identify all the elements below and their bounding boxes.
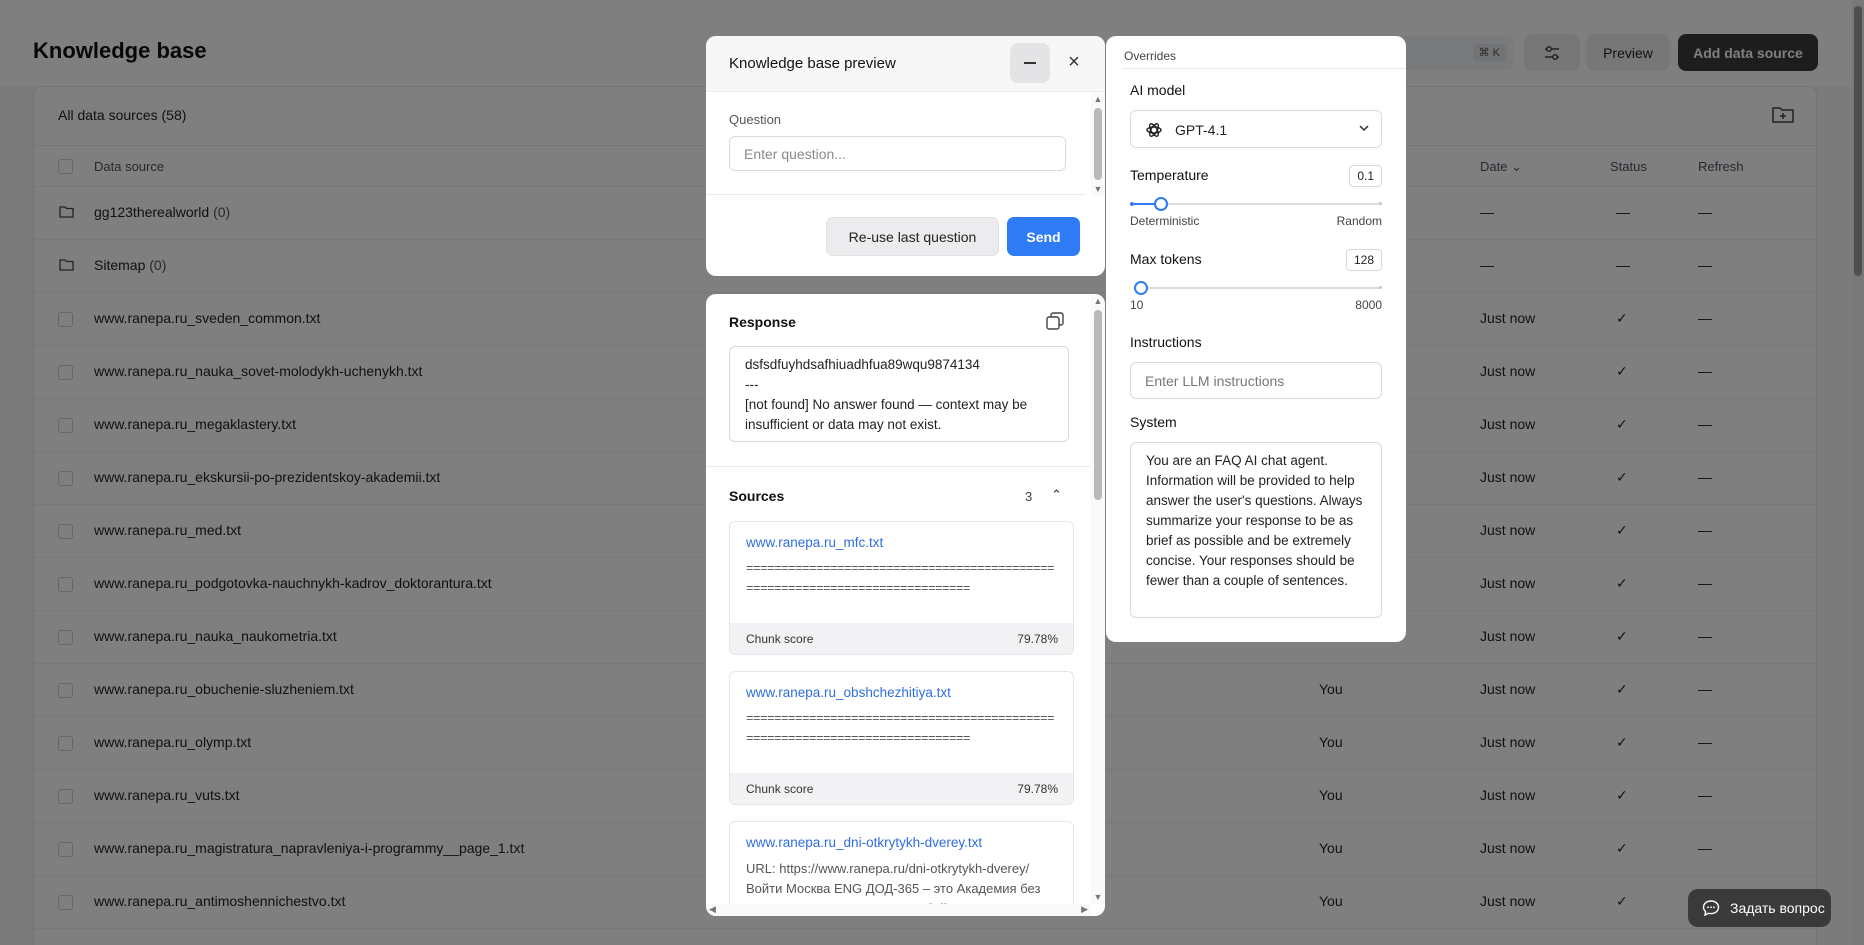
source-card: www.ranepa.ru_dni-otkrytykh-dverey.txt U… bbox=[729, 821, 1074, 916]
chat-label: Задать вопрос bbox=[1730, 900, 1825, 916]
chunk-score-value: 79.78% bbox=[1017, 782, 1058, 796]
question-input[interactable] bbox=[729, 136, 1066, 171]
slider-track bbox=[1134, 203, 1380, 205]
max-tokens-max-label: 8000 bbox=[1355, 298, 1382, 312]
response-panel: Response dsfsdfuyhdsafhiuadhfua89wqu9874… bbox=[706, 294, 1105, 916]
max-tokens-slider[interactable] bbox=[1130, 280, 1382, 296]
source-link[interactable]: www.ranepa.ru_mfc.txt bbox=[746, 535, 883, 550]
response-scrollbar[interactable]: ▲ ▼ bbox=[1091, 294, 1105, 904]
copy-icon[interactable] bbox=[1046, 312, 1064, 330]
temperature-label: Temperature bbox=[1130, 167, 1209, 183]
minimize-button[interactable] bbox=[1010, 43, 1050, 83]
slider-track bbox=[1134, 287, 1380, 289]
response-text[interactable]: dsfsdfuyhdsafhiuadhfua89wqu9874134 --- [… bbox=[729, 346, 1069, 442]
temperature-value[interactable]: 0.1 bbox=[1349, 165, 1382, 187]
max-tokens-min-label: 10 bbox=[1130, 298, 1144, 312]
temperature-max-label: Random bbox=[1336, 214, 1382, 228]
instructions-input[interactable] bbox=[1130, 362, 1382, 399]
slider-max-dot bbox=[1379, 202, 1382, 205]
preview-header: Knowledge base preview × bbox=[706, 36, 1105, 92]
scroll-right-icon[interactable]: ▶ bbox=[1081, 904, 1088, 915]
response-label: Response bbox=[729, 314, 796, 330]
chunk-score-value: 79.78% bbox=[1017, 632, 1058, 646]
scroll-thumb[interactable] bbox=[1094, 310, 1102, 500]
question-scrollbar[interactable]: ▲ ▼ bbox=[1091, 92, 1105, 196]
max-tokens-value[interactable]: 128 bbox=[1345, 249, 1382, 271]
openai-icon bbox=[1146, 123, 1162, 137]
ask-question-chat-button[interactable]: Задать вопрос bbox=[1688, 889, 1831, 927]
slider-handle[interactable] bbox=[1154, 197, 1168, 211]
scroll-left-icon[interactable]: ◀ bbox=[709, 904, 716, 915]
slider-handle[interactable] bbox=[1134, 281, 1148, 295]
source-card: www.ranepa.ru_mfc.txt ==================… bbox=[729, 521, 1074, 655]
overrides-panel: Overrides AI model GPT-4.1 Temperature 0… bbox=[1106, 36, 1406, 642]
divider bbox=[706, 466, 1091, 467]
ai-model-select[interactable]: GPT-4.1 bbox=[1130, 110, 1382, 148]
divider bbox=[706, 194, 1086, 195]
reuse-last-question-button[interactable]: Re-use last question bbox=[826, 217, 999, 256]
slider-min-dot bbox=[1130, 202, 1134, 206]
sources-label: Sources bbox=[729, 488, 785, 504]
close-icon[interactable]: × bbox=[1062, 50, 1086, 74]
temperature-min-label: Deterministic bbox=[1130, 214, 1200, 228]
scroll-thumb[interactable] bbox=[1094, 108, 1102, 180]
knowledge-base-preview-dialog: Knowledge base preview × Question ▲ ▼ Re… bbox=[706, 36, 1105, 276]
preview-title: Knowledge base preview bbox=[729, 55, 896, 72]
source-link[interactable]: www.ranepa.ru_obshchezhitiya.txt bbox=[746, 685, 951, 700]
chevron-down-icon bbox=[1359, 125, 1369, 132]
sources-count: 3 bbox=[1025, 489, 1033, 504]
scroll-up-icon[interactable]: ▲ bbox=[1093, 296, 1103, 306]
chunk-score-bar: Chunk score 79.78% bbox=[730, 623, 1073, 654]
system-prompt-textarea[interactable]: You are an FAQ AI chat agent. Informatio… bbox=[1130, 442, 1382, 618]
temperature-slider[interactable] bbox=[1130, 196, 1382, 212]
source-card: www.ranepa.ru_obshchezhitiya.txt =======… bbox=[729, 671, 1074, 805]
chevron-up-icon[interactable]: ⌃ bbox=[1051, 487, 1062, 503]
question-label: Question bbox=[729, 112, 782, 127]
slider-max-dot bbox=[1379, 286, 1382, 289]
source-excerpt: ========================================… bbox=[746, 712, 1055, 746]
chunk-score-label: Chunk score bbox=[746, 782, 814, 796]
divider bbox=[1122, 68, 1406, 69]
instructions-label: Instructions bbox=[1130, 334, 1202, 350]
chunk-score-label: Chunk score bbox=[746, 632, 814, 646]
max-tokens-label: Max tokens bbox=[1130, 251, 1202, 267]
ai-model-value: GPT-4.1 bbox=[1175, 122, 1228, 138]
system-label: System bbox=[1130, 414, 1177, 430]
scroll-up-icon[interactable]: ▲ bbox=[1093, 94, 1103, 104]
overrides-tab[interactable]: Overrides bbox=[1124, 49, 1176, 63]
source-excerpt: ========================================… bbox=[746, 562, 1055, 596]
response-h-scrollbar[interactable]: ◀ ▶ bbox=[706, 904, 1091, 916]
scroll-down-icon[interactable]: ▼ bbox=[1093, 892, 1103, 902]
chat-bubble-icon bbox=[1702, 900, 1720, 917]
source-link[interactable]: www.ranepa.ru_dni-otkrytykh-dverey.txt bbox=[746, 835, 982, 850]
send-button[interactable]: Send bbox=[1007, 217, 1080, 256]
chunk-score-bar: Chunk score 79.78% bbox=[730, 773, 1073, 804]
scroll-down-icon[interactable]: ▼ bbox=[1093, 184, 1103, 194]
ai-model-label: AI model bbox=[1130, 82, 1186, 98]
